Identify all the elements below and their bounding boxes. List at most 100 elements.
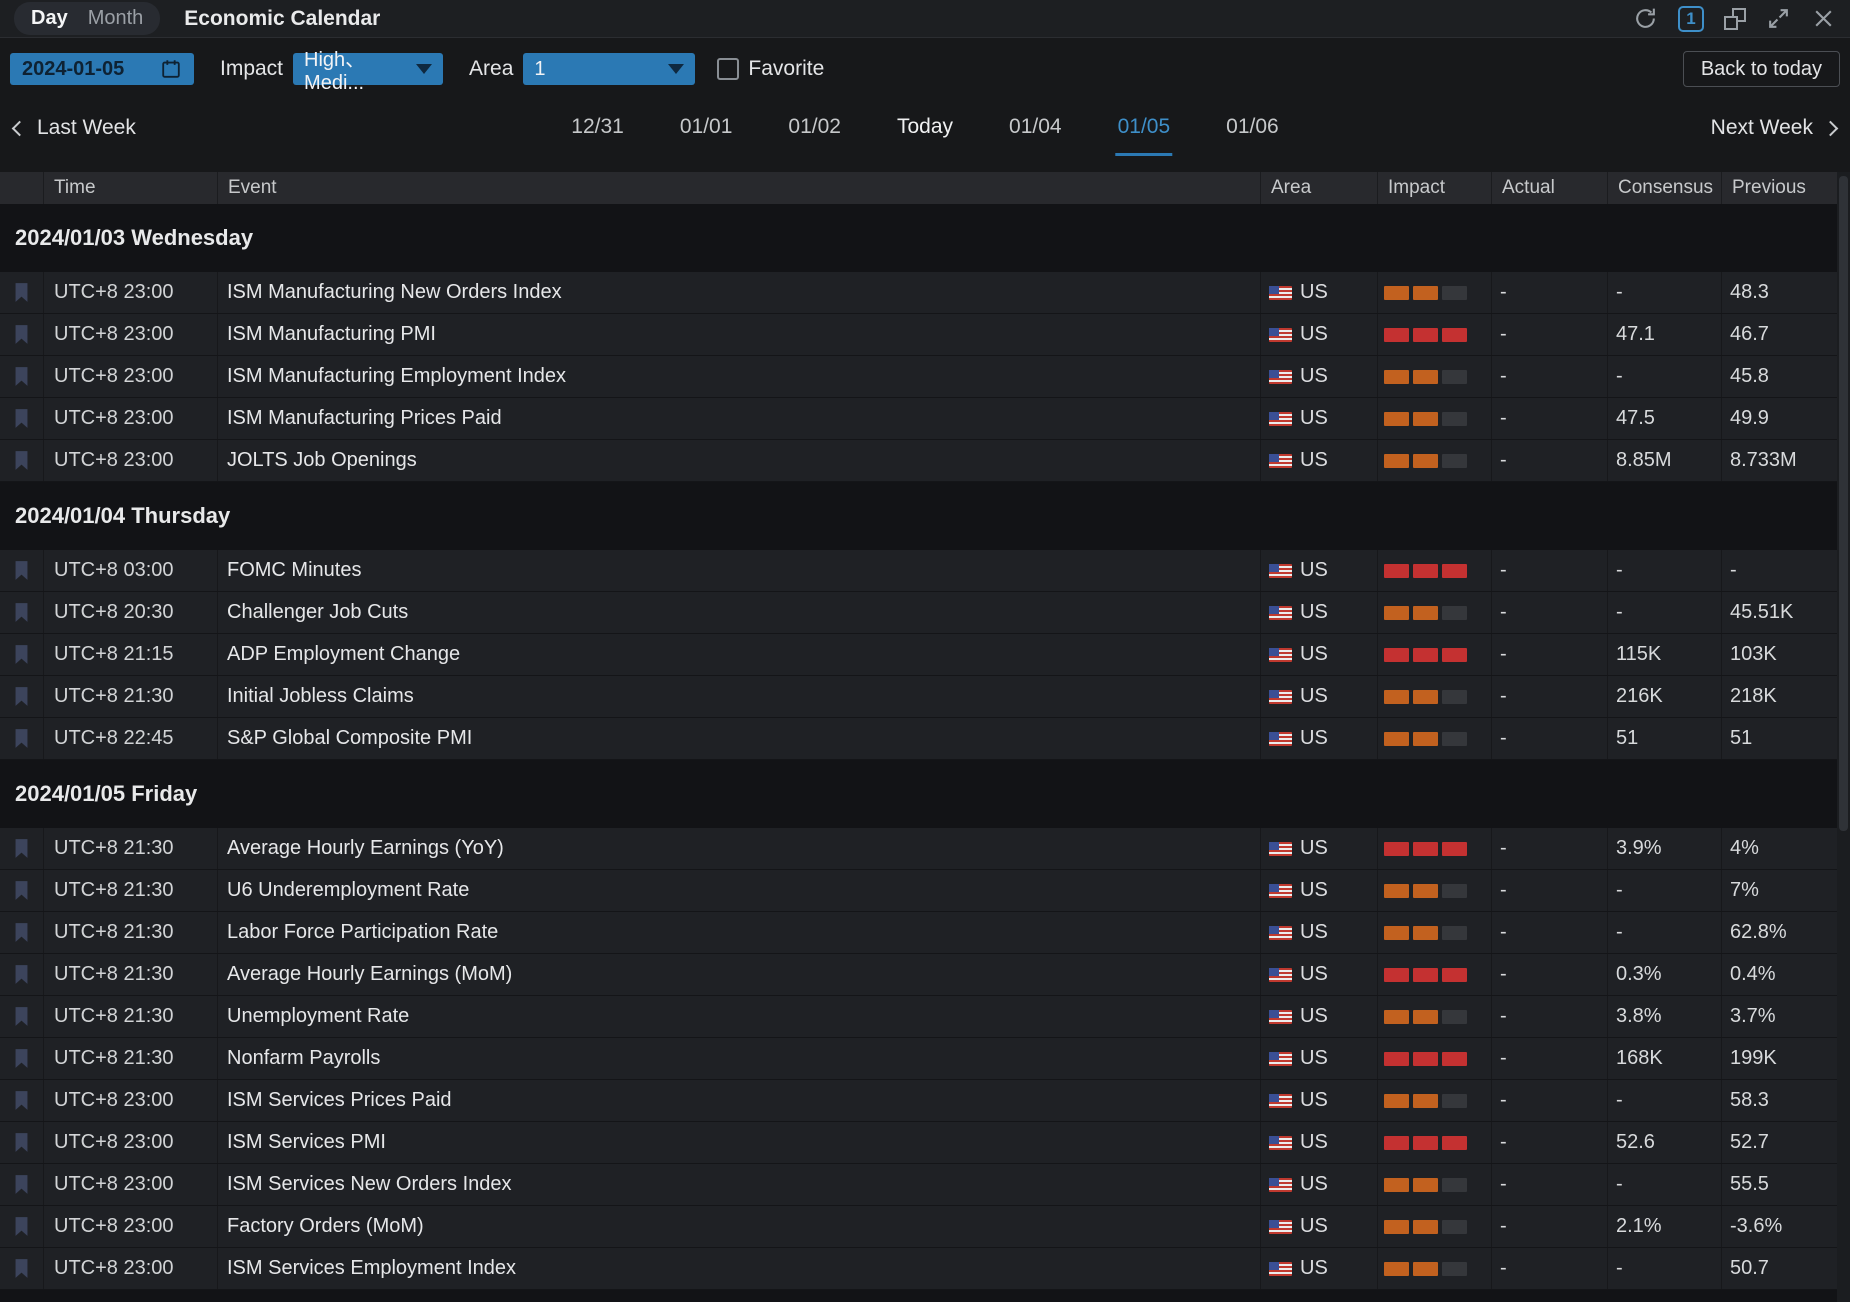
vertical-scrollbar[interactable] [1837,172,1850,1302]
back-to-today-button[interactable]: Back to today [1683,51,1840,87]
event-table-row[interactable]: UTC+8 21:30 Labor Force Participation Ra… [0,912,1837,954]
copy-icon[interactable] [1724,8,1746,30]
bookmark-icon[interactable] [0,870,43,911]
event-table-row[interactable]: UTC+8 21:15 ADP Employment Change US - 1… [0,634,1837,676]
previous-value: 62.8% [1730,921,1787,944]
bookmark-icon[interactable] [0,676,43,717]
bookmark-icon[interactable] [0,356,43,397]
event-table-row[interactable]: UTC+8 22:45 S&P Global Composite PMI US … [0,718,1837,760]
impact-segment [1442,1052,1467,1066]
week-day-tab[interactable]: 01/06 [1224,100,1281,156]
impact-segment [1442,884,1467,898]
view-toggle[interactable]: Day Month [14,2,160,35]
consensus-value: - [1616,559,1623,582]
area-label-value: US [1300,1089,1328,1112]
event-table-row[interactable]: UTC+8 23:00 ISM Services PMI US - 52.6 5… [0,1122,1837,1164]
column-header-previous: Previous [1721,172,1837,204]
area-label-value: US [1300,407,1328,430]
bookmark-icon[interactable] [0,996,43,1037]
toggle-month[interactable]: Month [88,7,144,30]
week-day-tab[interactable]: 01/05 [1116,100,1173,156]
event-table-row[interactable]: UTC+8 23:00 ISM Services New Orders Inde… [0,1164,1837,1206]
impact-segment [1384,690,1409,704]
event-table-row[interactable]: UTC+8 21:30 Nonfarm Payrolls US - 168K 1… [0,1038,1837,1080]
event-table-row[interactable]: UTC+8 23:00 ISM Manufacturing Prices Pai… [0,398,1837,440]
actual-value: - [1500,1005,1507,1028]
row-time: UTC+8 21:30 [54,879,174,902]
impact-segment [1384,1178,1409,1192]
bookmark-icon[interactable] [0,1080,43,1121]
week-day-tab[interactable]: 01/04 [1007,100,1064,156]
section-header-row: 2024/01/03 Wednesday [0,204,1837,272]
calendar-icon [160,58,182,80]
previous-value: 0.4% [1730,963,1776,986]
event-table-row[interactable]: UTC+8 23:00 ISM Manufacturing New Orders… [0,272,1837,314]
last-week-button[interactable]: Last Week [14,116,136,140]
bookmark-icon[interactable] [0,550,43,591]
impact-segment [1384,1136,1409,1150]
impact-segment [1384,648,1409,662]
bookmark-icon[interactable] [0,440,43,481]
toggle-day[interactable]: Day [31,7,68,30]
impact-segment [1413,1178,1438,1192]
impact-selected-value: High、Medi... [304,43,416,95]
scrollbar-thumb[interactable] [1839,176,1848,831]
bookmark-icon[interactable] [0,1164,43,1205]
bookmark-icon[interactable] [0,1122,43,1163]
favorite-checkbox[interactable] [717,58,739,80]
event-table-row[interactable]: UTC+8 23:00 JOLTS Job Openings US - 8.85… [0,440,1837,482]
bookmark-icon[interactable] [0,1206,43,1247]
week-day-tab[interactable]: 01/02 [786,100,843,156]
next-week-button[interactable]: Next Week [1711,116,1836,140]
bookmark-icon[interactable] [0,912,43,953]
event-table-row[interactable]: UTC+8 23:00 ISM Manufacturing PMI US - 4… [0,314,1837,356]
impact-segment [1442,606,1467,620]
bookmark-icon[interactable] [0,398,43,439]
bookmark-icon[interactable] [0,1038,43,1079]
bookmark-icon[interactable] [0,592,43,633]
area-label-value: US [1300,837,1328,860]
event-table-row[interactable]: UTC+8 23:00 ISM Services Employment Inde… [0,1248,1837,1290]
tab-count-badge[interactable]: 1 [1678,6,1704,32]
us-flag-icon [1269,732,1292,746]
event-table-row[interactable]: UTC+8 23:00 ISM Services Prices Paid US … [0,1080,1837,1122]
actual-value: - [1500,281,1507,304]
bookmark-icon[interactable] [0,718,43,759]
expand-icon[interactable] [1766,6,1791,31]
close-icon[interactable] [1811,6,1836,31]
impact-meter [1377,592,1491,633]
bookmark-icon[interactable] [0,1248,43,1289]
event-table-row[interactable]: UTC+8 23:00 ISM Manufacturing Employment… [0,356,1837,398]
row-time: UTC+8 23:00 [54,1215,174,1238]
bookmark-icon[interactable] [0,828,43,869]
event-table-row[interactable]: UTC+8 23:00 Factory Orders (MoM) US - 2.… [0,1206,1837,1248]
bookmark-icon[interactable] [0,954,43,995]
impact-segment [1442,648,1467,662]
week-day-tab[interactable]: 12/31 [569,100,626,156]
bookmark-icon[interactable] [0,314,43,355]
event-table-row[interactable]: UTC+8 21:30 U6 Underemployment Rate US -… [0,870,1837,912]
event-table-row[interactable]: UTC+8 21:30 Average Hourly Earnings (YoY… [0,828,1837,870]
chevron-down-icon [416,64,432,74]
impact-select[interactable]: High、Medi... [293,53,443,85]
us-flag-icon [1269,286,1292,300]
event-table-row[interactable]: UTC+8 21:30 Unemployment Rate US - 3.8% … [0,996,1837,1038]
impact-segment [1413,926,1438,940]
week-day-tab[interactable]: Today [895,100,955,156]
bookmark-icon[interactable] [0,272,43,313]
impact-segment [1442,454,1467,468]
week-day-tab[interactable]: 01/01 [678,100,735,156]
event-table-row[interactable]: UTC+8 21:30 Average Hourly Earnings (MoM… [0,954,1837,996]
area-select[interactable]: 1 [523,53,695,85]
impact-segment [1442,1262,1467,1276]
event-table-row[interactable]: UTC+8 20:30 Challenger Job Cuts US - - 4… [0,592,1837,634]
impact-meter [1377,1038,1491,1079]
refresh-icon[interactable] [1633,6,1658,31]
week-days: 12/31 01/01 01/02 Today 01/04 01/05 01/06 [569,100,1280,156]
area-label-value: US [1300,1173,1328,1196]
event-table-row[interactable]: UTC+8 03:00 FOMC Minutes US - - - [0,550,1837,592]
us-flag-icon [1269,370,1292,384]
bookmark-icon[interactable] [0,634,43,675]
date-picker-input[interactable]: 2024-01-05 [10,53,194,85]
event-table-row[interactable]: UTC+8 21:30 Initial Jobless Claims US - … [0,676,1837,718]
